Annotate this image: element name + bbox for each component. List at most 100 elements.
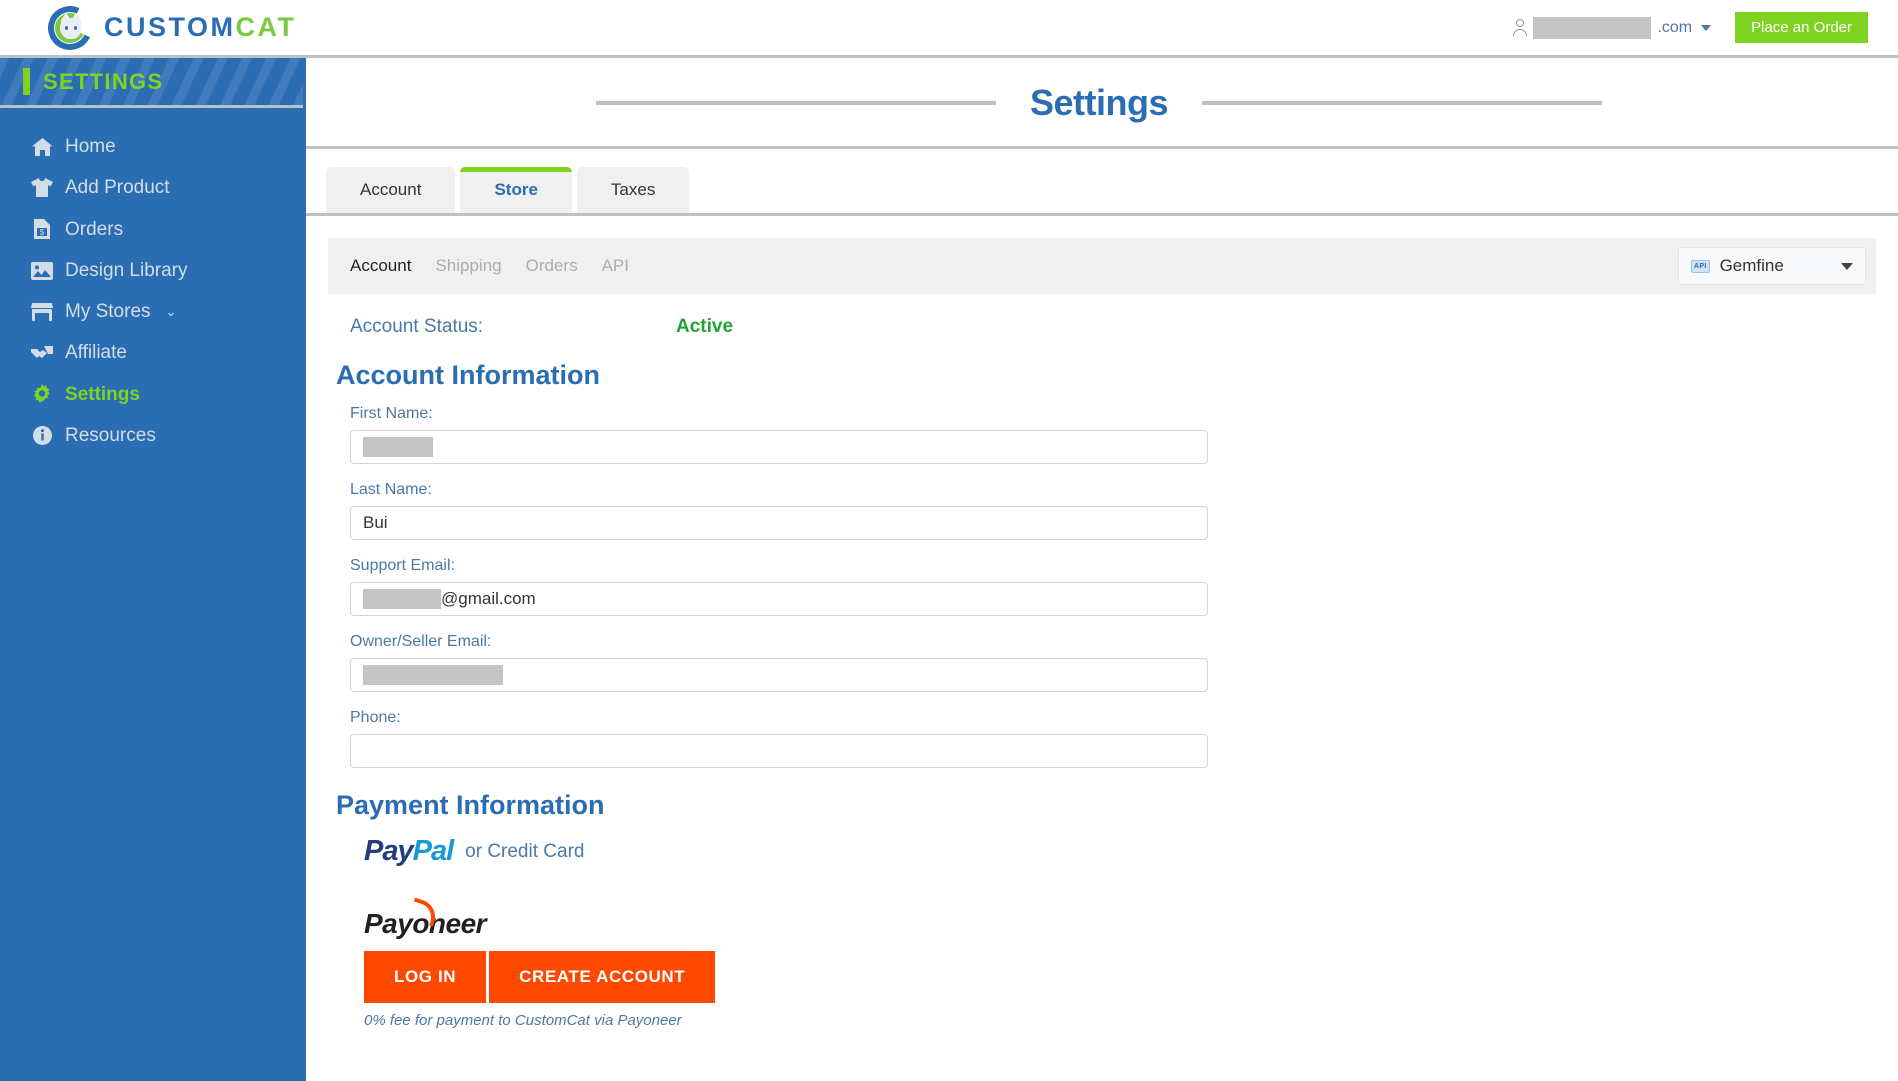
- invoice-icon: $: [30, 219, 54, 239]
- field-label: Phone:: [350, 709, 1876, 727]
- account-status-badge: Active: [676, 316, 733, 338]
- tab-taxes[interactable]: Taxes: [577, 167, 689, 213]
- field-value: Bui: [363, 513, 388, 533]
- title-rule-left: [596, 101, 996, 105]
- main-content: Settings Account Store Taxes Account Shi…: [303, 58, 1898, 1081]
- sidebar-item-affiliate[interactable]: Affiliate: [0, 332, 303, 373]
- brand-name-part1: CUSTOM: [104, 12, 236, 42]
- paypal-logo-part1: Pay: [364, 835, 413, 867]
- payoneer-fee-note: 0% fee for payment to CustomCat via Payo…: [364, 1012, 1876, 1029]
- tshirt-icon: [30, 178, 54, 197]
- chevron-down-icon: [1841, 263, 1853, 270]
- payoneer-create-account-button[interactable]: CREATE ACCOUNT: [489, 951, 715, 1003]
- tab-account[interactable]: Account: [326, 167, 455, 213]
- place-an-order-button[interactable]: Place an Order: [1735, 12, 1868, 43]
- sidebar-item-settings[interactable]: Settings: [0, 373, 303, 415]
- sidebar-header-title: SETTINGS: [43, 69, 163, 95]
- home-icon: [30, 138, 54, 156]
- page-title: Settings: [1030, 82, 1168, 124]
- sidebar-item-label: Affiliate: [65, 343, 127, 362]
- gear-icon: [30, 384, 54, 404]
- payoneer-login-button[interactable]: LOG IN: [364, 951, 486, 1003]
- chevron-down-icon: [1701, 25, 1711, 31]
- account-information-form: First Name: Last Name: Bui Support Email…: [328, 405, 1876, 768]
- info-icon: [30, 426, 54, 445]
- paypal-logo-part2: Pal: [413, 835, 454, 867]
- sidebar-item-add-product[interactable]: Add Product: [0, 167, 303, 208]
- sidebar-header-accent-bar: [23, 68, 30, 95]
- header-actions: .com Place an Order: [1513, 12, 1868, 43]
- user-account-menu[interactable]: .com: [1513, 17, 1711, 39]
- field-owner-seller-email: Owner/Seller Email:: [350, 633, 1876, 692]
- brand-logo[interactable]: CUSTOMCAT: [48, 6, 297, 50]
- selected-store-name: Gemfine: [1720, 256, 1831, 276]
- image-icon: [30, 262, 54, 280]
- sidebar: SETTINGS Home Add Product $ Orders Desig: [0, 58, 303, 1081]
- store-subnav: Account Shipping Orders API: [350, 256, 629, 276]
- tab-bar: Account Store Taxes: [306, 149, 1898, 213]
- field-value: @gmail.com: [441, 589, 536, 609]
- top-header: CUSTOMCAT .com Place an Order: [0, 0, 1898, 58]
- sidebar-nav: Home Add Product $ Orders Design Library: [0, 108, 303, 456]
- field-last-name: Last Name: Bui: [350, 481, 1876, 540]
- payment-methods: PayPal or Credit Card Payoneer LOG IN CR…: [328, 835, 1876, 1029]
- sidebar-item-label: My Stores: [65, 302, 151, 321]
- customcat-cat-logo-icon: [48, 6, 92, 50]
- title-rule-right: [1202, 101, 1602, 105]
- payment-information-heading: Payment Information: [336, 790, 1876, 821]
- field-label: Last Name:: [350, 481, 1876, 499]
- field-label: First Name:: [350, 405, 1876, 423]
- account-status-label: Account Status:: [350, 316, 676, 338]
- subnav-item-shipping[interactable]: Shipping: [435, 256, 501, 276]
- paypal-row: PayPal or Credit Card: [364, 835, 1876, 868]
- sidebar-item-orders[interactable]: $ Orders: [0, 208, 303, 250]
- field-label: Owner/Seller Email:: [350, 633, 1876, 651]
- account-information-heading: Account Information: [336, 360, 1876, 391]
- store-subnav-bar: Account Shipping Orders API API Gemfine: [328, 238, 1876, 294]
- sidebar-item-label: Settings: [65, 385, 140, 404]
- store-settings-panel: Account Shipping Orders API API Gemfine …: [306, 216, 1898, 1029]
- handshake-icon: [30, 345, 54, 360]
- payoneer-section: Payoneer LOG IN CREATE ACCOUNT 0% fee fo…: [364, 908, 1876, 1029]
- support-email-input[interactable]: @gmail.com: [350, 582, 1208, 616]
- subnav-item-orders[interactable]: Orders: [526, 256, 578, 276]
- sidebar-item-label: Design Library: [65, 261, 188, 280]
- store-selector-dropdown[interactable]: API Gemfine: [1678, 247, 1866, 285]
- account-status-row: Account Status: Active: [328, 316, 1876, 338]
- redacted-value-block: [363, 437, 433, 457]
- sidebar-item-design-library[interactable]: Design Library: [0, 250, 303, 291]
- payoneer-logo-icon: Payoneer: [364, 908, 486, 940]
- or-credit-card-text: or Credit Card: [465, 841, 584, 863]
- redacted-email-block: [1533, 17, 1651, 39]
- store-icon: [30, 303, 54, 321]
- field-support-email: Support Email: @gmail.com: [350, 557, 1876, 616]
- brand-wordmark: CUSTOMCAT: [104, 12, 297, 43]
- user-icon: [1513, 19, 1527, 36]
- paypal-logo-icon: PayPal: [364, 835, 453, 868]
- chevron-down-icon: ⌄: [166, 305, 177, 318]
- sidebar-item-my-stores[interactable]: My Stores ⌄: [0, 291, 303, 332]
- sidebar-header: SETTINGS: [0, 58, 303, 108]
- redacted-value-block: [363, 665, 503, 685]
- brand-name-part2: CAT: [236, 12, 297, 42]
- last-name-input[interactable]: Bui: [350, 506, 1208, 540]
- sidebar-item-home[interactable]: Home: [0, 126, 303, 167]
- sidebar-item-label: Resources: [65, 426, 156, 445]
- tab-store[interactable]: Store: [460, 167, 571, 213]
- sidebar-item-label: Home: [65, 137, 116, 156]
- sidebar-item-label: Orders: [65, 220, 123, 239]
- first-name-input[interactable]: [350, 430, 1208, 464]
- subnav-item-account[interactable]: Account: [350, 256, 411, 276]
- api-badge-icon: API: [1691, 260, 1710, 273]
- payoneer-buttons: LOG IN CREATE ACCOUNT: [364, 951, 1876, 1003]
- sidebar-item-label: Add Product: [65, 178, 170, 197]
- sidebar-item-resources[interactable]: Resources: [0, 415, 303, 456]
- page-title-row: Settings: [306, 58, 1898, 124]
- user-email-suffix: .com: [1657, 19, 1692, 37]
- field-first-name: First Name:: [350, 405, 1876, 464]
- owner-seller-email-input[interactable]: [350, 658, 1208, 692]
- field-label: Support Email:: [350, 557, 1876, 575]
- phone-input[interactable]: [350, 734, 1208, 768]
- subnav-item-api[interactable]: API: [602, 256, 629, 276]
- field-phone: Phone:: [350, 709, 1876, 768]
